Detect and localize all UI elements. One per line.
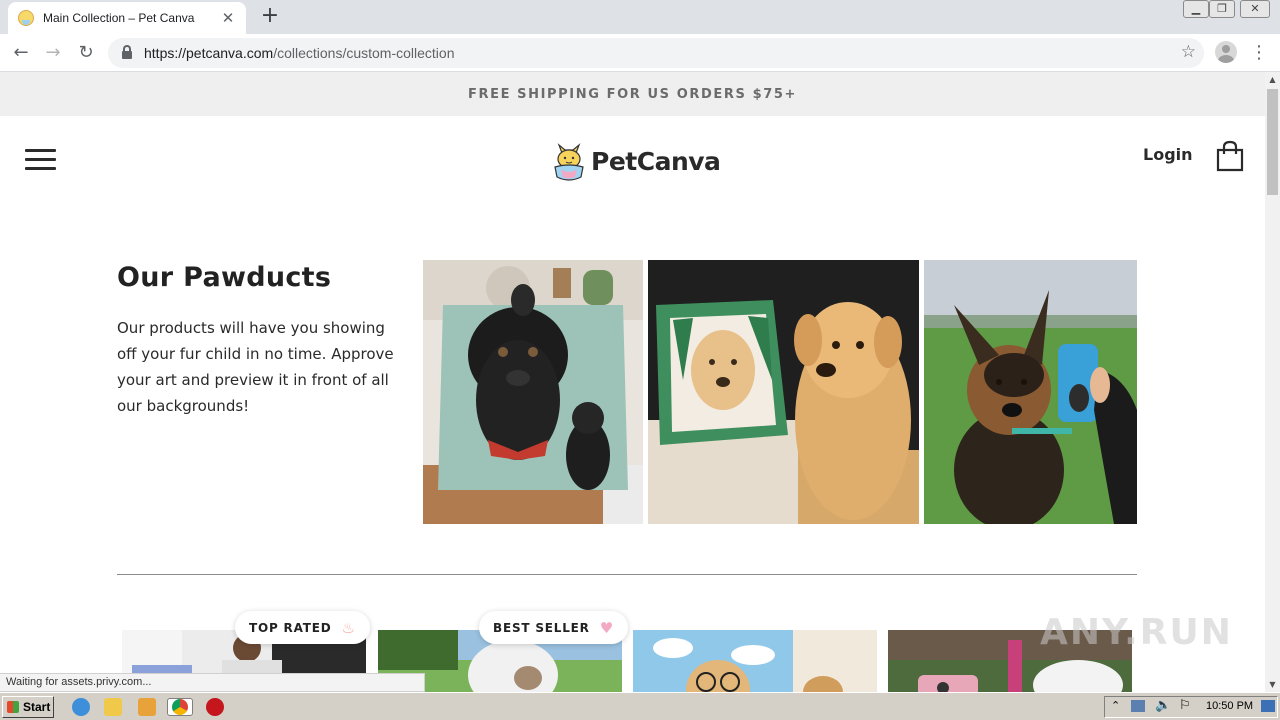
anyrun-watermark: ANY.RUN	[1040, 612, 1233, 653]
section-heading: Our Pawducts	[117, 262, 332, 293]
petcanva-favicon-icon	[18, 10, 34, 26]
volume-icon[interactable]: 🔈	[1155, 698, 1171, 713]
back-arrow-icon[interactable]: ←	[8, 40, 34, 66]
network-icon[interactable]	[1131, 700, 1145, 712]
best-seller-badge: BEST SELLER ♥	[479, 611, 628, 644]
minimize-window-button[interactable]: ▁	[1183, 0, 1209, 18]
browser-status-bar: Waiting for assets.privy.com...	[0, 673, 425, 692]
top-rated-badge: TOP RATED ♨	[235, 611, 370, 644]
site-logo[interactable]: PetCanva	[551, 138, 721, 184]
close-tab-icon[interactable]: ✕	[220, 10, 236, 26]
hamburger-menu-icon[interactable]	[25, 149, 56, 170]
restore-window-button[interactable]: ❐	[1209, 0, 1235, 18]
page-scrollbar[interactable]: ▲ ▼	[1265, 72, 1280, 692]
start-button[interactable]: Start	[2, 696, 54, 718]
internet-explorer-icon[interactable]	[72, 698, 90, 716]
chrome-taskbar-button[interactable]	[167, 698, 193, 716]
product-card-image[interactable]	[633, 630, 877, 692]
flag-icon[interactable]: ⚐	[1179, 698, 1191, 713]
lock-icon	[122, 45, 132, 59]
scrollbar-thumb[interactable]	[1267, 89, 1278, 195]
logo-text: PetCanva	[591, 146, 721, 176]
shopping-bag-icon[interactable]	[1216, 140, 1244, 172]
bookmark-star-icon[interactable]: ☆	[1181, 42, 1196, 62]
windows-taskbar: Start ⌃ 🔈 ⚐ 10:50 PM	[0, 692, 1280, 720]
stop-icon[interactable]	[206, 698, 224, 716]
folder-icon[interactable]	[104, 698, 122, 716]
phone-case-product-photo	[924, 260, 1137, 524]
cat-mascot-icon	[554, 143, 584, 181]
badge-label: TOP RATED	[249, 620, 332, 635]
badge-label: BEST SELLER	[493, 620, 590, 635]
forward-arrow-icon[interactable]: →	[40, 40, 66, 66]
url-text: https://petcanva.com/collections/custom-…	[144, 45, 455, 61]
close-window-button[interactable]: ✕	[1240, 0, 1270, 18]
scroll-up-arrow-icon[interactable]: ▲	[1265, 72, 1280, 87]
taskbar-clock: 10:50 PM	[1206, 700, 1254, 712]
blanket-product-photo	[423, 260, 643, 524]
canvas-product-photo	[648, 260, 919, 524]
media-player-icon[interactable]	[138, 698, 156, 716]
tray-expand-icon[interactable]: ⌃	[1111, 699, 1120, 712]
show-desktop-icon[interactable]	[1261, 700, 1275, 712]
section-divider	[117, 574, 1137, 575]
announcement-bar: FREE SHIPPING FOR US ORDERS $75+	[0, 72, 1265, 116]
login-link[interactable]: Login	[1143, 145, 1193, 164]
new-tab-button[interactable]: +	[258, 5, 282, 29]
browser-menu-icon[interactable]: ⋮	[1250, 40, 1268, 66]
chrome-icon	[172, 699, 188, 715]
address-bar[interactable]: https://petcanva.com/collections/custom-…	[108, 38, 1204, 68]
section-description: Our products will have you showing off y…	[117, 319, 394, 415]
profile-avatar-icon[interactable]	[1215, 41, 1237, 63]
scroll-down-arrow-icon[interactable]: ▼	[1265, 677, 1280, 692]
browser-toolbar: ← → ↻ https://petcanva.com/collections/c…	[0, 34, 1280, 72]
page-viewport: FREE SHIPPING FOR US ORDERS $75+ PetCanv…	[0, 72, 1265, 692]
flame-icon: ♨	[341, 618, 356, 637]
browser-tab[interactable]: Main Collection – Pet Canva ✕	[8, 2, 246, 34]
heart-icon: ♥	[599, 618, 614, 637]
reload-icon[interactable]: ↻	[73, 40, 99, 66]
browser-tabstrip: Main Collection – Pet Canva ✕ + ▁ ❐ ✕	[0, 0, 1280, 34]
tab-title: Main Collection – Pet Canva	[43, 11, 195, 25]
